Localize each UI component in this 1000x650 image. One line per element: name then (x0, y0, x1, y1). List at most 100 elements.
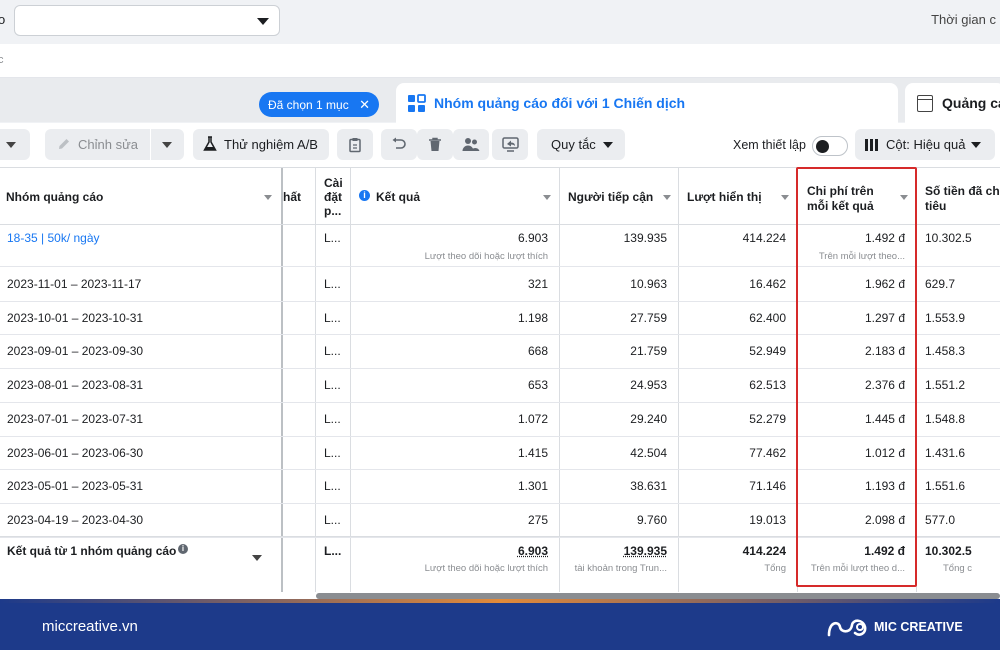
share-icon (502, 137, 519, 152)
dropdown-button[interactable] (0, 129, 30, 160)
summary-reach: 139.935 (624, 544, 667, 558)
divider (150, 129, 151, 160)
clipboard-icon (348, 137, 362, 153)
impressions-cell: 52.949 (749, 344, 786, 358)
pencil-icon (57, 137, 71, 151)
delete-button[interactable] (417, 129, 453, 160)
impressions-cell: 16.462 (749, 277, 786, 291)
header-spent-line2: tiêu (925, 199, 946, 213)
sub-bar-text: c (0, 54, 4, 66)
settings-cell: L... (324, 412, 341, 426)
clipboard-button[interactable] (337, 129, 373, 160)
ad-set-date-range: 2023-08-01 – 2023-08-31 (7, 378, 143, 392)
view-setup-toggle[interactable] (812, 136, 848, 156)
sort-icon[interactable] (663, 195, 671, 200)
column-divider (281, 168, 283, 593)
sort-icon[interactable] (781, 195, 789, 200)
header-settings-line3: p... (324, 204, 341, 218)
impressions-cell: 62.513 (749, 378, 786, 392)
selected-chip[interactable]: Đã chọn 1 mục ✕ (259, 92, 379, 117)
spent-cell: 577.0 (925, 513, 955, 527)
reach-cell: 10.963 (630, 277, 667, 291)
header-spent-line1[interactable]: Số tiền đã chi (925, 184, 1000, 198)
settings-cell: L... (324, 513, 341, 527)
cost-per-result-highlight (796, 167, 917, 587)
tab-ad-sets-label: Nhóm quảng cáo đối với 1 Chiến dịch (434, 95, 685, 111)
sort-icon[interactable] (264, 195, 272, 200)
reach-cell: 42.504 (630, 446, 667, 460)
toolbar: Chỉnh sửa Thử nghiệm A/B Quy tắc Cột: Hi… (0, 123, 1000, 168)
spent-cell: 629.7 (925, 277, 955, 291)
columns-button[interactable]: Cột: Hiệu quả (855, 129, 995, 160)
tab-ad-sets[interactable]: Nhóm quảng cáo đối với 1 Chiến dịch (396, 83, 898, 127)
edit-button-label: Chỉnh sửa (78, 137, 138, 152)
spent-cell: 1.431.6 (925, 446, 965, 460)
info-icon[interactable]: i (178, 544, 188, 554)
impressions-cell: 414.224 (743, 231, 786, 245)
header-settings-line2: đặt (324, 190, 342, 204)
settings-cell: L... (324, 277, 341, 291)
settings-cell: L... (324, 231, 341, 245)
chevron-down-icon (971, 142, 981, 148)
trash-icon (428, 137, 442, 152)
mic-logo-icon (826, 615, 868, 639)
header-impressions[interactable]: Lượt hiển thị (687, 190, 762, 204)
results-sub: Lượt theo dõi hoặc lượt thích (425, 251, 548, 262)
ad-set-date-range: 2023-05-01 – 2023-05-31 (7, 479, 143, 493)
close-icon[interactable]: ✕ (359, 97, 370, 113)
tab-ads[interactable]: Quảng cá (905, 83, 1000, 123)
website-label: miccreative.vn (42, 618, 138, 635)
view-setup-label: Xem thiết lập (733, 138, 806, 152)
impressions-cell: 77.462 (749, 446, 786, 460)
header-settings-line1[interactable]: Cài (324, 176, 343, 190)
selected-chip-label: Đã chọn 1 mục (268, 98, 349, 112)
columns-label: Cột: Hiệu quả (886, 137, 966, 152)
people-icon (462, 137, 480, 152)
reach-cell: 24.953 (630, 378, 667, 392)
sort-icon[interactable] (543, 195, 551, 200)
settings-cell: L... (324, 378, 341, 392)
chevron-down-icon (6, 142, 16, 148)
summary-results: 6.903 (518, 544, 548, 558)
results-cell: 321 (528, 277, 548, 291)
time-range-label[interactable]: Thời gian c (931, 12, 996, 27)
ab-test-button[interactable]: Thử nghiệm A/B (193, 129, 329, 160)
column-divider (350, 168, 351, 593)
column-divider (315, 168, 316, 593)
header-results[interactable]: Kết quả (376, 190, 420, 204)
filter-select[interactable] (14, 5, 280, 36)
results-cell: 1.198 (518, 311, 548, 325)
ad-set-date-range: 2023-07-01 – 2023-07-31 (7, 412, 143, 426)
results-cell: 1.415 (518, 446, 548, 460)
audience-button[interactable] (453, 129, 489, 160)
results-cell: 653 (528, 378, 548, 392)
spent-cell: 10.302.5 (925, 231, 972, 245)
filter-bar: o Thời gian c (0, 0, 1000, 44)
rules-button[interactable]: Quy tắc (537, 129, 625, 160)
reach-cell: 38.631 (630, 479, 667, 493)
sub-bar: c (0, 44, 1000, 78)
impressions-cell: 62.400 (749, 311, 786, 325)
spent-cell: 1.551.2 (925, 378, 965, 392)
undo-button[interactable] (381, 129, 417, 160)
filter-label: o (0, 12, 5, 27)
header-reach[interactable]: Người tiếp cận (568, 190, 653, 204)
header-ad-set-name[interactable]: Nhóm quảng cáo (6, 190, 103, 204)
spent-cell: 1.551.6 (925, 479, 965, 493)
share-button[interactable] (492, 129, 528, 160)
info-icon[interactable]: i (359, 190, 370, 201)
columns-icon (865, 139, 878, 151)
chevron-down-icon (162, 142, 172, 148)
column-divider (678, 168, 679, 593)
settings-cell: L... (324, 311, 341, 325)
edit-button[interactable]: Chỉnh sửa (45, 129, 184, 160)
rules-label: Quy tắc (551, 137, 596, 152)
settings-cell: L... (324, 446, 341, 460)
grid-icon (407, 94, 426, 113)
impressions-cell: 71.146 (749, 479, 786, 493)
chevron-down-icon[interactable] (252, 555, 262, 561)
header-partial[interactable]: hất (283, 190, 301, 204)
ad-set-date-range: 2023-06-01 – 2023-06-30 (7, 446, 143, 460)
summary-spent-sub: Tổng c (943, 563, 972, 574)
ad-set-name-link[interactable]: 18-35 | 50k/ ngày (7, 231, 100, 245)
